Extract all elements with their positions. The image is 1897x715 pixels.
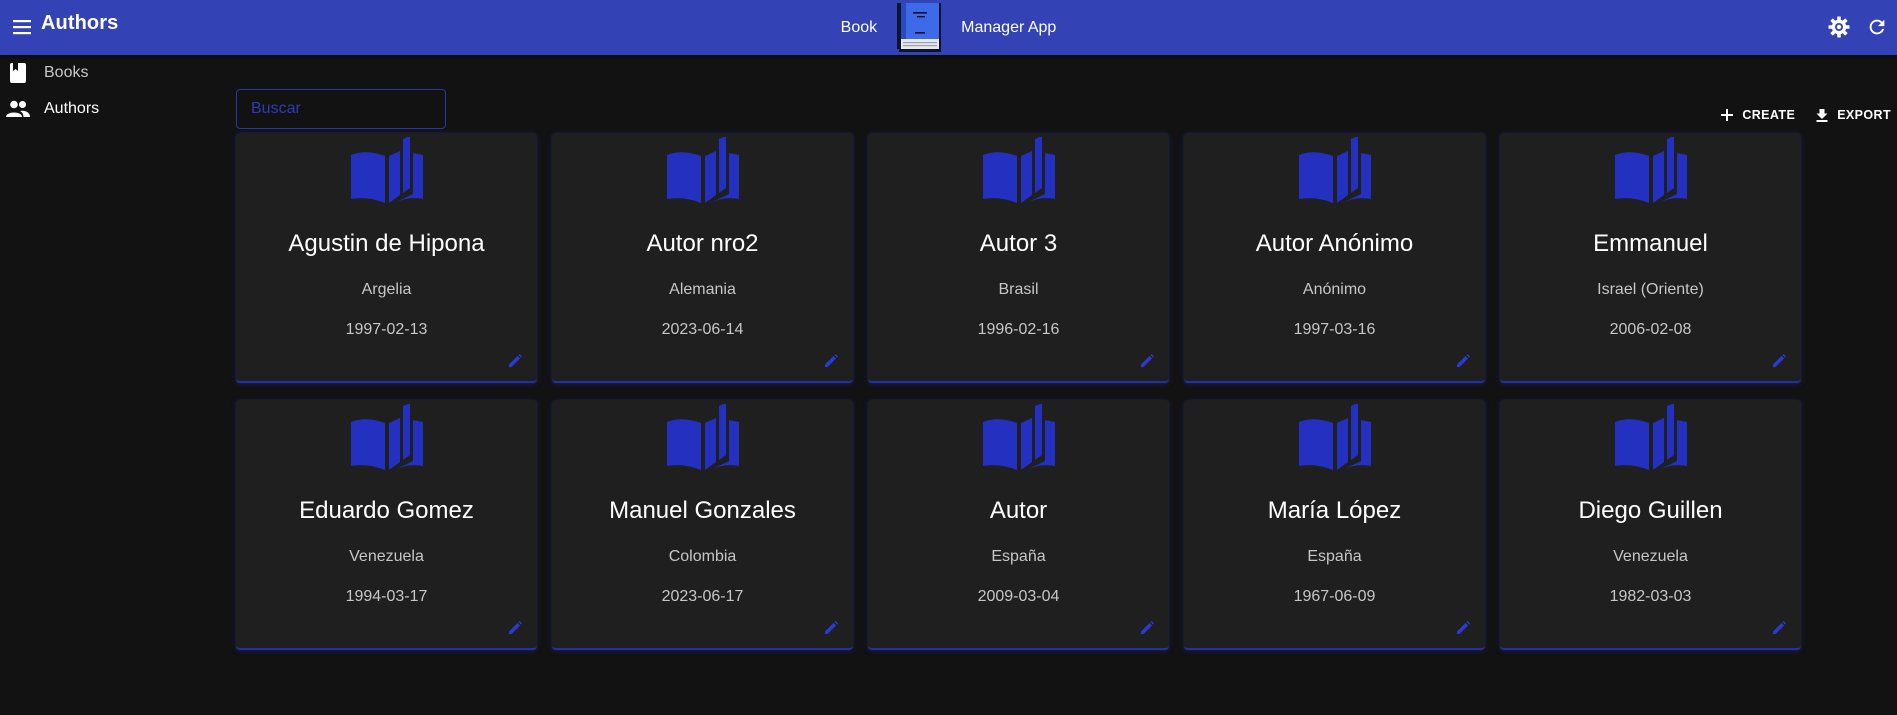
book-open-icon: [868, 137, 1169, 207]
edit-button[interactable]: [1453, 618, 1473, 638]
edit-button[interactable]: [821, 618, 841, 638]
author-name: Diego Guillen: [1578, 497, 1723, 524]
edit-button[interactable]: [1769, 618, 1789, 638]
edit-button[interactable]: [1453, 351, 1473, 371]
book-open-icon: [552, 137, 853, 207]
book-open-icon: [1184, 137, 1485, 207]
author-birth-date: 1996-02-16: [977, 321, 1060, 338]
author-birth-date: 2006-02-08: [1609, 321, 1692, 338]
settings-gear-icon: [1828, 16, 1850, 38]
edit-button[interactable]: [505, 351, 525, 371]
author-birth-date: 1994-03-17: [345, 588, 428, 605]
people-icon: [6, 97, 30, 121]
book-open-icon: [236, 404, 537, 474]
brand-text-right: Manager App: [961, 18, 1057, 36]
book-open-icon: [1500, 404, 1801, 474]
list-actions: CREATE EXPORT: [1718, 104, 1893, 126]
author-country: Colombia: [668, 548, 737, 565]
author-name: Agustin de Hipona: [288, 230, 485, 257]
create-label: CREATE: [1742, 108, 1796, 122]
author-name: Autor Anónimo: [1255, 230, 1414, 257]
book-open-icon: [552, 404, 853, 474]
menu-button[interactable]: [6, 11, 38, 43]
author-name: Eduardo Gomez: [299, 497, 474, 524]
author-birth-date: 1967-06-09: [1293, 588, 1376, 605]
authors-grid: Agustin de Hipona Argelia 1997-02-13 Aut…: [236, 133, 1802, 650]
author-name: Manuel Gonzales: [609, 497, 796, 524]
author-card[interactable]: Autor España 2009-03-04: [868, 400, 1169, 650]
pencil-icon: [1141, 621, 1154, 634]
author-card[interactable]: María López España 1967-06-09: [1184, 400, 1485, 650]
book-open-icon: [236, 137, 537, 207]
sidebar: Books Authors: [0, 55, 220, 127]
refresh-button[interactable]: [1860, 10, 1894, 44]
create-button[interactable]: CREATE: [1718, 104, 1797, 126]
pencil-icon: [1773, 621, 1786, 634]
menu-icon: [13, 20, 31, 35]
author-name: Autor: [989, 497, 1048, 524]
author-card[interactable]: Autor 3 Brasil 1996-02-16: [868, 133, 1169, 383]
sidebar-item-label: Authors: [44, 100, 100, 117]
pencil-icon: [825, 621, 838, 634]
download-icon: [1816, 109, 1828, 122]
author-card[interactable]: Autor nro2 Alemania 2023-06-14: [552, 133, 853, 383]
pencil-icon: [509, 354, 522, 367]
author-card[interactable]: Emmanuel Israel (Oriente) 2006-02-08: [1500, 133, 1801, 383]
book-open-icon: [1184, 404, 1485, 474]
author-country: España: [1307, 548, 1362, 565]
author-country: Israel (Oriente): [1597, 281, 1704, 298]
pencil-icon: [1457, 354, 1470, 367]
author-birth-date: 2023-06-14: [661, 321, 744, 338]
author-birth-date: 2009-03-04: [977, 588, 1060, 605]
author-card[interactable]: Manuel Gonzales Colombia 2023-06-17: [552, 400, 853, 650]
author-birth-date: 1982-03-03: [1609, 588, 1692, 605]
sidebar-item-books[interactable]: Books: [0, 55, 220, 91]
author-birth-date: 2023-06-17: [661, 588, 744, 605]
brand: Book Manager App: [0, 0, 1897, 55]
author-name: Emmanuel: [1593, 230, 1708, 257]
author-card[interactable]: Diego Guillen Venezuela 1982-03-03: [1500, 400, 1801, 650]
author-country: Venezuela: [349, 548, 424, 565]
edit-button[interactable]: [505, 618, 525, 638]
sidebar-item-authors[interactable]: Authors: [0, 91, 220, 127]
author-card[interactable]: Eduardo Gomez Venezuela 1994-03-17: [236, 400, 537, 650]
pencil-icon: [1457, 621, 1470, 634]
settings-button[interactable]: [1822, 10, 1856, 44]
edit-button[interactable]: [1137, 618, 1157, 638]
book-icon: [6, 61, 30, 85]
edit-button[interactable]: [1769, 351, 1789, 371]
author-name: Autor nro2: [646, 230, 759, 257]
export-label: EXPORT: [1837, 108, 1891, 122]
author-country: Alemania: [669, 281, 736, 298]
book-open-icon: [1500, 137, 1801, 207]
search-input[interactable]: [236, 89, 446, 129]
page-title: Authors: [41, 12, 119, 34]
pencil-icon: [1141, 354, 1154, 367]
author-name: María López: [1267, 497, 1402, 524]
author-card[interactable]: Autor Anónimo Anónimo 1997-03-16: [1184, 133, 1485, 383]
author-birth-date: 1997-02-13: [345, 321, 428, 338]
edit-button[interactable]: [1137, 351, 1157, 371]
pencil-icon: [509, 621, 522, 634]
pencil-icon: [1773, 354, 1786, 367]
author-country: España: [991, 548, 1046, 565]
author-country: Brasil: [998, 281, 1039, 298]
author-card[interactable]: Agustin de Hipona Argelia 1997-02-13: [236, 133, 537, 383]
author-country: Venezuela: [1613, 548, 1688, 565]
export-button[interactable]: EXPORT: [1813, 104, 1893, 126]
author-country: Argelia: [361, 281, 412, 298]
refresh-icon: [1869, 19, 1885, 35]
pencil-icon: [825, 354, 838, 367]
brand-text-left: Book: [840, 18, 878, 36]
author-name: Autor 3: [979, 230, 1058, 257]
sidebar-item-label: Books: [44, 64, 89, 81]
author-birth-date: 1997-03-16: [1293, 321, 1376, 338]
edit-button[interactable]: [821, 351, 841, 371]
book-open-icon: [868, 404, 1169, 474]
app-bar: Authors Book Manager App: [0, 0, 1897, 55]
author-country: Anónimo: [1302, 281, 1367, 298]
book-manager-logo: [897, 2, 942, 52]
plus-icon: [1721, 109, 1734, 121]
